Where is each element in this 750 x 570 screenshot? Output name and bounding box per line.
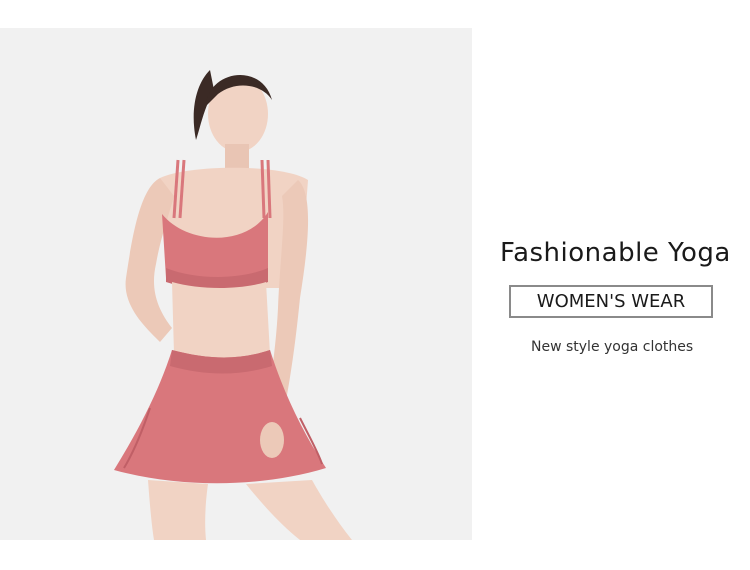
product-banner: Fashionable Yoga WOMEN'S WEAR New style …: [0, 0, 750, 570]
category-badge: WOMEN'S WEAR: [509, 285, 713, 318]
model-illustration: [0, 28, 472, 540]
headline: Fashionable Yoga: [500, 238, 731, 268]
promo-text-block: Fashionable Yoga WOMEN'S WEAR New style …: [472, 0, 750, 570]
product-photo: [0, 28, 472, 540]
tagline: New style yoga clothes: [531, 339, 694, 355]
